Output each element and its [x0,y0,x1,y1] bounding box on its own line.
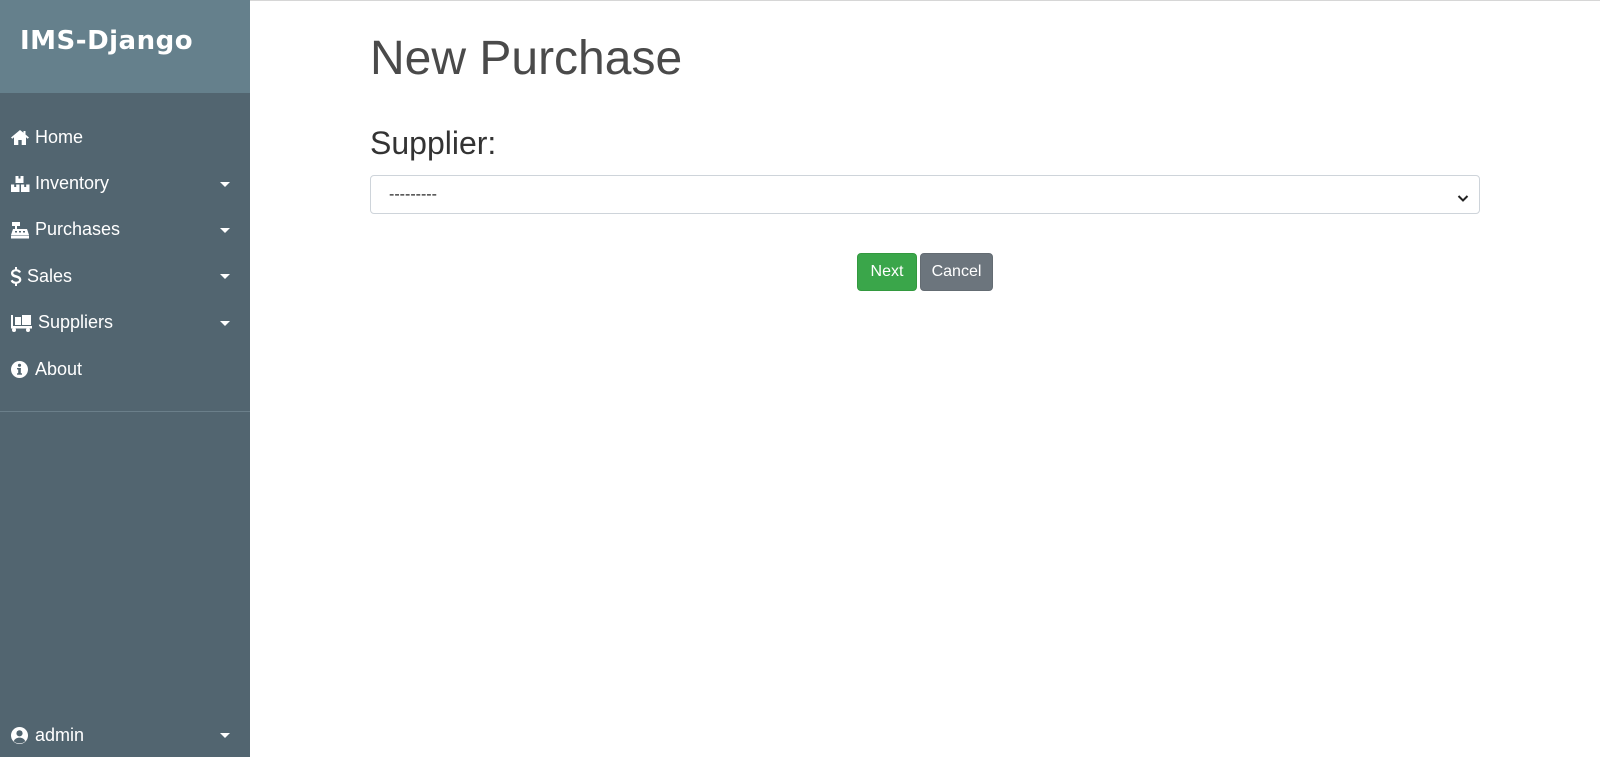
chevron-down-icon [1457,190,1469,208]
next-button[interactable]: Next [857,253,917,291]
user-circle-icon [10,725,32,745]
truck-loading-icon [10,313,35,333]
sidebar-item-label: Inventory [35,173,110,194]
supplier-select-value: --------- [389,185,437,203]
sidebar-item-label: Purchases [35,219,121,240]
chevron-down-icon [220,320,230,326]
brand-logo-text[interactable]: IMS-Django [20,26,193,56]
sidebar-item-suppliers[interactable]: Suppliers [0,300,250,346]
home-icon [10,127,32,147]
sidebar-item-label: Sales [27,265,73,286]
supplier-select[interactable]: --------- [370,175,1480,214]
chevron-down-icon [220,227,230,233]
brand-header: IMS-Django [0,0,250,93]
main-content: New Purchase Supplier: --------- Next Ca… [250,0,1600,757]
cancel-button[interactable]: Cancel [920,253,993,291]
user-menu[interactable]: admin [0,713,250,757]
sidebar-item-inventory[interactable]: Inventory [0,160,250,206]
app-root: IMS-Django Home Inventory Purchases Sale… [0,0,1600,757]
sidebar-item-home[interactable]: Home [0,114,250,160]
sidebar-item-label: About [35,358,83,379]
sidebar-nav: Home Inventory Purchases Sales Suppliers… [0,114,250,392]
chevron-down-icon [220,274,230,280]
sidebar-item-label: Suppliers [38,312,114,333]
boxes-icon [10,174,32,194]
sidebar: IMS-Django Home Inventory Purchases Sale… [0,0,250,757]
sidebar-item-sales[interactable]: Sales [0,253,250,299]
user-menu-label: admin [35,724,85,745]
supplier-label: Supplier: [370,125,497,161]
info-circle-icon [10,359,32,379]
sidebar-item-purchases[interactable]: Purchases [0,207,250,253]
chevron-down-icon [220,733,230,738]
chevron-down-icon [220,181,230,187]
page-title: New Purchase [370,32,683,85]
sidebar-item-label: Home [35,126,84,147]
cash-register-icon [10,220,32,240]
sidebar-divider [0,411,250,412]
sidebar-item-about[interactable]: About [0,346,250,392]
dollar-icon [10,266,24,286]
